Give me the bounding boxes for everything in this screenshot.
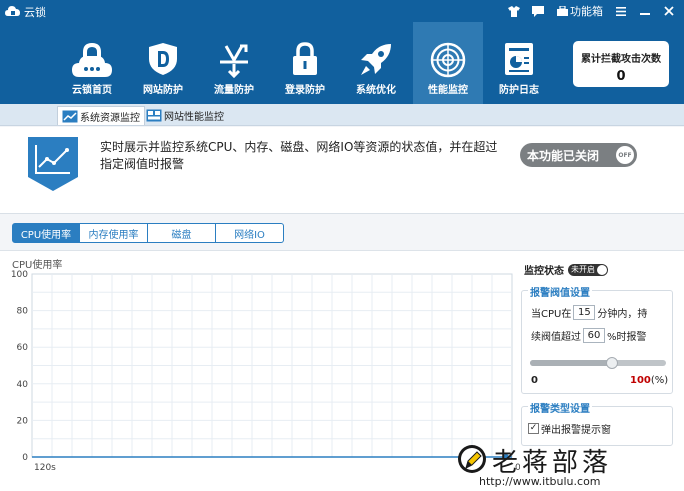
- metric-tab-bar: CPU使用率 内存使用率 磁盘 网络IO: [12, 223, 284, 243]
- threshold-line-2: 续阀值超过 60 %时报警: [531, 328, 647, 343]
- watermark: 老蒋部落 http://www.itbulu.com: [455, 442, 684, 491]
- tools-menu-button[interactable]: 功能箱: [557, 4, 603, 18]
- popup-alarm-checkbox[interactable]: ✓: [528, 423, 539, 434]
- nav-traffic-protection[interactable]: 流量防护: [199, 22, 269, 104]
- traffic-split-icon: [220, 44, 248, 78]
- slider-min-label: 0: [531, 375, 538, 386]
- minutes-suffix: 分钟内，持: [597, 309, 648, 320]
- slider-unit-label: (%): [650, 375, 669, 386]
- app-header: 云锁 功能箱 云锁首页 网站防护 流量防护 登录防护 系统优化 性能监控 防护日…: [0, 0, 684, 104]
- y-tick-label: 100: [11, 270, 28, 280]
- popup-alarm-label: 弹出报警提示窗: [541, 425, 611, 436]
- alarm-type-settings: 报警类型设置 ✓ 弹出报警提示窗: [521, 400, 673, 446]
- line-chart-icon: [28, 137, 78, 191]
- y-tick-label: 80: [17, 307, 29, 317]
- watermark-url: http://www.itbulu.com: [479, 475, 601, 488]
- threshold-legend: 报警阀值设置: [528, 284, 592, 299]
- y-tick-label: 20: [17, 416, 29, 426]
- tab-system-resources[interactable]: 系统资源监控: [57, 106, 145, 125]
- threshold-slider-fill: [530, 360, 612, 366]
- monitor-switch-knob: [597, 264, 607, 275]
- app-title: 云锁: [24, 6, 46, 19]
- feature-toggle-knob: OFF: [616, 146, 634, 164]
- monitor-status-label: 监控状态: [524, 266, 564, 277]
- nav-protection-log[interactable]: 防护日志: [484, 22, 554, 104]
- website-grid-icon: [146, 109, 162, 122]
- close-icon: [664, 6, 674, 16]
- tab-network-io[interactable]: 网络IO: [216, 223, 284, 243]
- close-button[interactable]: [664, 4, 674, 18]
- tools-label: 功能箱: [570, 5, 603, 18]
- menu-icon[interactable]: [616, 4, 626, 18]
- title-bar: 云锁 功能箱: [0, 0, 684, 22]
- monitor-status-row: 监控状态 未开启: [524, 262, 608, 277]
- feature-intro: 实时展示并监控系统CPU、内存、磁盘、网络IO等资源的状态值，并在超过指定阀值时…: [0, 127, 684, 214]
- percent-suffix: %时报警: [607, 332, 647, 343]
- threshold-slider-thumb[interactable]: [605, 357, 618, 369]
- nav-home[interactable]: 云锁首页: [57, 22, 127, 104]
- x-start-label: 120s: [34, 463, 56, 473]
- nav-traffic-protection-label: 流量防护: [214, 85, 254, 96]
- pencil-badge-icon: [458, 445, 486, 473]
- tab-system-resources-label: 系统资源监控: [80, 112, 140, 124]
- toolbox-icon: [557, 6, 568, 16]
- message-icon[interactable]: [532, 4, 544, 18]
- sub-tab-bar: 系统资源监控 网站性能监控: [0, 104, 684, 126]
- shirt-icon[interactable]: [508, 4, 520, 18]
- cpu-usage-chart: 100806040200120s 0: [11, 270, 520, 473]
- attack-counter-title: 累计拦截攻击次数: [581, 54, 661, 65]
- popup-alarm-option[interactable]: ✓ 弹出报警提示窗: [528, 421, 611, 436]
- attack-counter: 累计拦截攻击次数 0: [573, 41, 669, 87]
- alarm-type-legend: 报警类型设置: [528, 400, 592, 415]
- threshold-settings: 报警阀值设置 当CPU在 15 分钟内，持 续阀值超过 60 %时报警 0 10…: [521, 284, 673, 394]
- attack-counter-value: 0: [616, 69, 626, 84]
- radar-icon: [430, 42, 466, 78]
- nav-protection-log-label: 防护日志: [499, 85, 539, 96]
- nav-website-protection-label: 网站防护: [143, 85, 183, 96]
- monitor-switch-text: 未开启: [571, 265, 595, 274]
- y-tick-label: 60: [17, 343, 29, 353]
- cloud-lock-icon: [72, 42, 112, 77]
- y-tick-label: 0: [22, 453, 28, 463]
- percent-input[interactable]: 60: [583, 328, 605, 343]
- nav-website-protection[interactable]: 网站防护: [128, 22, 198, 104]
- threshold-line2-prefix: 续阀值超过: [531, 332, 581, 343]
- watermark-text: 老蒋部落: [492, 448, 613, 478]
- tab-memory-usage[interactable]: 内存使用率: [80, 223, 148, 243]
- nav-system-optimization[interactable]: 系统优化: [341, 22, 411, 104]
- y-tick-label: 40: [17, 380, 29, 390]
- report-icon: [505, 43, 533, 75]
- minutes-input[interactable]: 15: [573, 305, 596, 320]
- threshold-line-1: 当CPU在 15 分钟内，持: [531, 305, 647, 320]
- feature-toggle-label: 本功能已关闭: [527, 148, 600, 163]
- tab-website-performance[interactable]: 网站性能监控: [142, 106, 228, 125]
- threshold-slider[interactable]: [530, 357, 666, 369]
- nav-home-label: 云锁首页: [72, 85, 112, 96]
- minimize-button[interactable]: [640, 4, 650, 18]
- tab-cpu-usage[interactable]: CPU使用率: [12, 223, 80, 243]
- minimize-icon: [640, 13, 650, 15]
- nav-login-protection[interactable]: 登录防护: [270, 22, 340, 104]
- nav-performance-monitor-label: 性能监控: [428, 85, 468, 96]
- tab-website-performance-label: 网站性能监控: [164, 112, 224, 123]
- tab-disk[interactable]: 磁盘: [148, 223, 216, 243]
- feature-description: 实时展示并监控系统CPU、内存、磁盘、网络IO等资源的状态值，并在超过指定阀值时…: [100, 140, 498, 171]
- feature-toggle-button[interactable]: 本功能已关闭 OFF: [520, 143, 637, 167]
- app-logo-icon: [5, 6, 20, 16]
- nav-system-optimization-label: 系统优化: [356, 85, 396, 96]
- monitor-status-switch[interactable]: 未开启: [568, 263, 608, 276]
- padlock-icon: [293, 42, 317, 75]
- rocket-icon: [361, 44, 391, 75]
- slider-max-label: 100: [630, 375, 651, 386]
- threshold-prefix: 当CPU在: [531, 309, 572, 320]
- nav-login-protection-label: 登录防护: [285, 85, 325, 96]
- nav-performance-monitor[interactable]: 性能监控: [413, 22, 483, 104]
- monitor-chart-icon: [62, 110, 78, 122]
- slider-max-group: 100 (%): [630, 375, 668, 386]
- shield-d-icon: [149, 43, 177, 75]
